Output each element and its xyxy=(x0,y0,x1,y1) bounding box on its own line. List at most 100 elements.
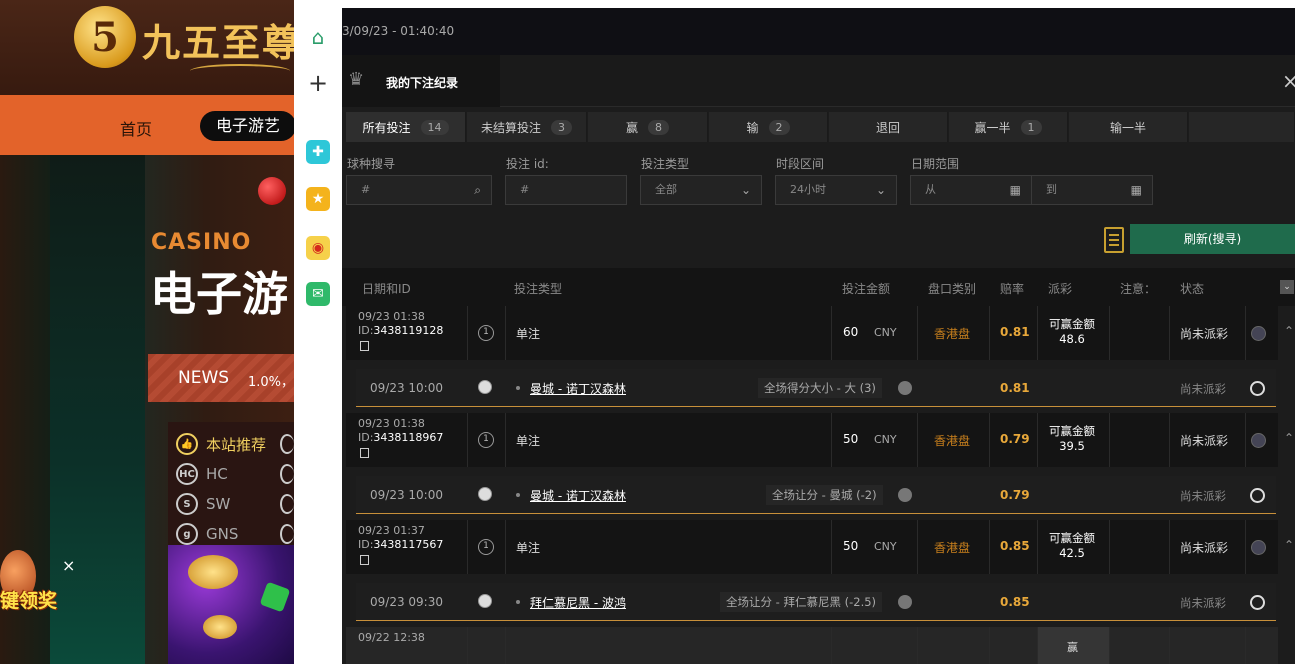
cell-odds-type xyxy=(918,520,990,574)
cell-payout xyxy=(1038,520,1110,574)
tab-label: 赢一半 xyxy=(974,120,1011,135)
game-thumbnail[interactable] xyxy=(168,545,294,664)
tab-count-badge: 2 xyxy=(768,119,790,135)
cell-odds xyxy=(990,520,1038,574)
bullet-icon xyxy=(516,493,520,497)
cell-odds-type xyxy=(918,627,990,664)
bet-date-id: 09/23 01:37 ID:3438117567 xyxy=(358,524,443,569)
cell-odds xyxy=(990,306,1038,360)
weibo-icon[interactable]: ◉ xyxy=(306,236,330,260)
cell-amount xyxy=(832,306,918,360)
tab-unsettled[interactable]: 未结算投注 3 xyxy=(467,112,587,142)
tab-refund[interactable]: 退回 xyxy=(829,112,948,142)
cell-odds-type xyxy=(918,413,990,467)
chevron-up-icon[interactable]: ⌃ xyxy=(1284,538,1294,552)
info-icon[interactable]: 1 xyxy=(478,325,494,341)
favorite-star-icon[interactable]: ★ xyxy=(306,187,330,211)
date-from-placeholder: 从 xyxy=(925,183,936,196)
bullet-icon xyxy=(516,600,520,604)
copy-icon[interactable] xyxy=(360,448,369,458)
tab-half-win[interactable]: 赢一半 1 xyxy=(949,112,1068,142)
cell-odds-type xyxy=(918,306,990,360)
id-prefix: ID: xyxy=(358,538,374,551)
sport-search-input[interactable]: # ⌕ xyxy=(346,175,492,205)
provider-item-hc[interactable]: HC HC xyxy=(176,460,228,488)
selection-row[interactable]: 09/23 09:30 拜仁慕尼黑 - 波鸿 全场让分 - 拜仁慕尼黑 (-2.… xyxy=(356,583,1276,621)
cell-amount xyxy=(832,627,918,664)
bet-id: 3438117567 xyxy=(373,538,444,551)
close-icon[interactable]: × xyxy=(1282,69,1295,93)
cell-bet-type xyxy=(506,413,832,467)
tab-label: 输一半 xyxy=(1109,120,1146,135)
calendar-icon[interactable]: ▦ xyxy=(1010,176,1021,204)
gns-icon: g xyxy=(176,523,198,545)
clipboard-icon[interactable] xyxy=(1104,227,1124,253)
tab-all-bets[interactable]: 所有投注 14 xyxy=(346,112,466,142)
home-icon[interactable]: ⌂ xyxy=(306,25,330,49)
provider-item-sw[interactable]: S SW xyxy=(176,490,230,518)
col-odds: 赔率 xyxy=(1000,282,1025,296)
copy-icon[interactable] xyxy=(360,341,369,351)
col-note: 注意： xyxy=(1120,282,1157,296)
promo-close-icon[interactable]: × xyxy=(62,558,78,574)
date-from-input[interactable]: 从 ▦ xyxy=(910,175,1032,205)
browser-top-strip xyxy=(294,0,1295,8)
selection-date: 09/23 10:00 xyxy=(370,488,443,502)
info-icon[interactable]: 1 xyxy=(478,432,494,448)
match-link[interactable]: 曼城 - 诺丁汉森林 xyxy=(530,380,626,397)
copy-icon[interactable] xyxy=(360,555,369,565)
bet-type-select[interactable]: 全部 ⌄ xyxy=(640,175,762,205)
period-select[interactable]: 24小时 ⌄ xyxy=(775,175,897,205)
cell-odds xyxy=(990,413,1038,467)
col-bet-type: 投注类型 xyxy=(514,282,563,296)
match-link[interactable]: 拜仁慕尼黑 - 波鸿 xyxy=(530,594,626,611)
provider-label: HC xyxy=(206,465,228,483)
nav-home-link[interactable]: 首页 xyxy=(120,116,152,140)
cell-status xyxy=(1170,413,1246,467)
selection-row[interactable]: 09/23 10:00 曼城 - 诺丁汉森林 全场让分 - 曼城 (-2) 0.… xyxy=(356,476,1276,514)
id-prefix: ID: xyxy=(358,324,374,337)
clock-icon xyxy=(1251,540,1266,555)
plus-icon[interactable]: + xyxy=(306,69,330,97)
info-icon[interactable]: 1 xyxy=(478,539,494,555)
coin-icon xyxy=(203,615,237,639)
bet-date: 09/23 01:38 xyxy=(358,417,425,430)
refresh-search-button[interactable]: 刷新(搜寻) xyxy=(1130,224,1295,254)
match-link[interactable]: 曼城 - 诺丁汉森林 xyxy=(530,487,626,504)
table-row[interactable]: 09/22 12:38 赢 xyxy=(346,627,1278,664)
date-to-input[interactable]: 到 ▦ xyxy=(1031,175,1153,205)
table-row[interactable]: 09/23 01:38 ID:3438118967 1 单注 50 CNY 香港… xyxy=(346,413,1294,467)
chevron-up-icon[interactable]: ⌃ xyxy=(1284,324,1294,338)
news-text: 1.0%， xyxy=(248,375,294,390)
site-header: 5 九五至尊 xyxy=(0,0,294,95)
tab-lose[interactable]: 输 2 xyxy=(709,112,828,142)
provider-item-gns[interactable]: g GNS xyxy=(176,520,238,548)
period-label: 时段区间 xyxy=(776,157,825,171)
cell-bet-type xyxy=(506,627,832,664)
app-icon[interactable]: ✚ xyxy=(306,140,330,164)
collapse-all-toggle[interactable]: ⌄ xyxy=(1280,280,1294,294)
provider-icon-partial xyxy=(280,494,294,514)
promo-floating-badge[interactable]: 键领奖 xyxy=(0,550,65,620)
mail-icon[interactable]: ✉ xyxy=(306,282,330,306)
sport-search-placeholder: # xyxy=(361,183,371,196)
id-prefix: ID: xyxy=(358,431,374,444)
table-row[interactable]: 09/23 01:38 ID:3438119128 1 单注 60 CNY 香港… xyxy=(346,306,1294,360)
chevron-up-icon[interactable]: ⌃ xyxy=(1284,431,1294,445)
selection-row[interactable]: 09/23 10:00 曼城 - 诺丁汉森林 全场得分大小 - 大 (3) 0.… xyxy=(356,369,1276,407)
trophy-icon: ♛ xyxy=(348,69,365,90)
cell-status xyxy=(1170,306,1246,360)
clock-icon xyxy=(1250,488,1265,503)
tab-empty[interactable] xyxy=(1189,112,1295,142)
provider-item-recommended[interactable]: 👍 本站推荐 xyxy=(176,430,266,458)
calendar-icon[interactable]: ▦ xyxy=(1131,176,1142,204)
provider-label: 本站推荐 xyxy=(206,435,267,454)
bet-id-input[interactable]: # xyxy=(505,175,627,205)
col-payout: 派彩 xyxy=(1048,282,1073,296)
table-row[interactable]: 09/23 01:37 ID:3438117567 1 单注 50 CNY 香港… xyxy=(346,520,1294,574)
search-icon[interactable]: ⌕ xyxy=(474,176,481,204)
provider-icon-partial xyxy=(280,434,294,454)
nav-games-link[interactable]: 电子游艺 xyxy=(200,111,294,141)
tab-win[interactable]: 赢 8 xyxy=(588,112,708,142)
tab-half-lose[interactable]: 输一半 xyxy=(1069,112,1188,142)
